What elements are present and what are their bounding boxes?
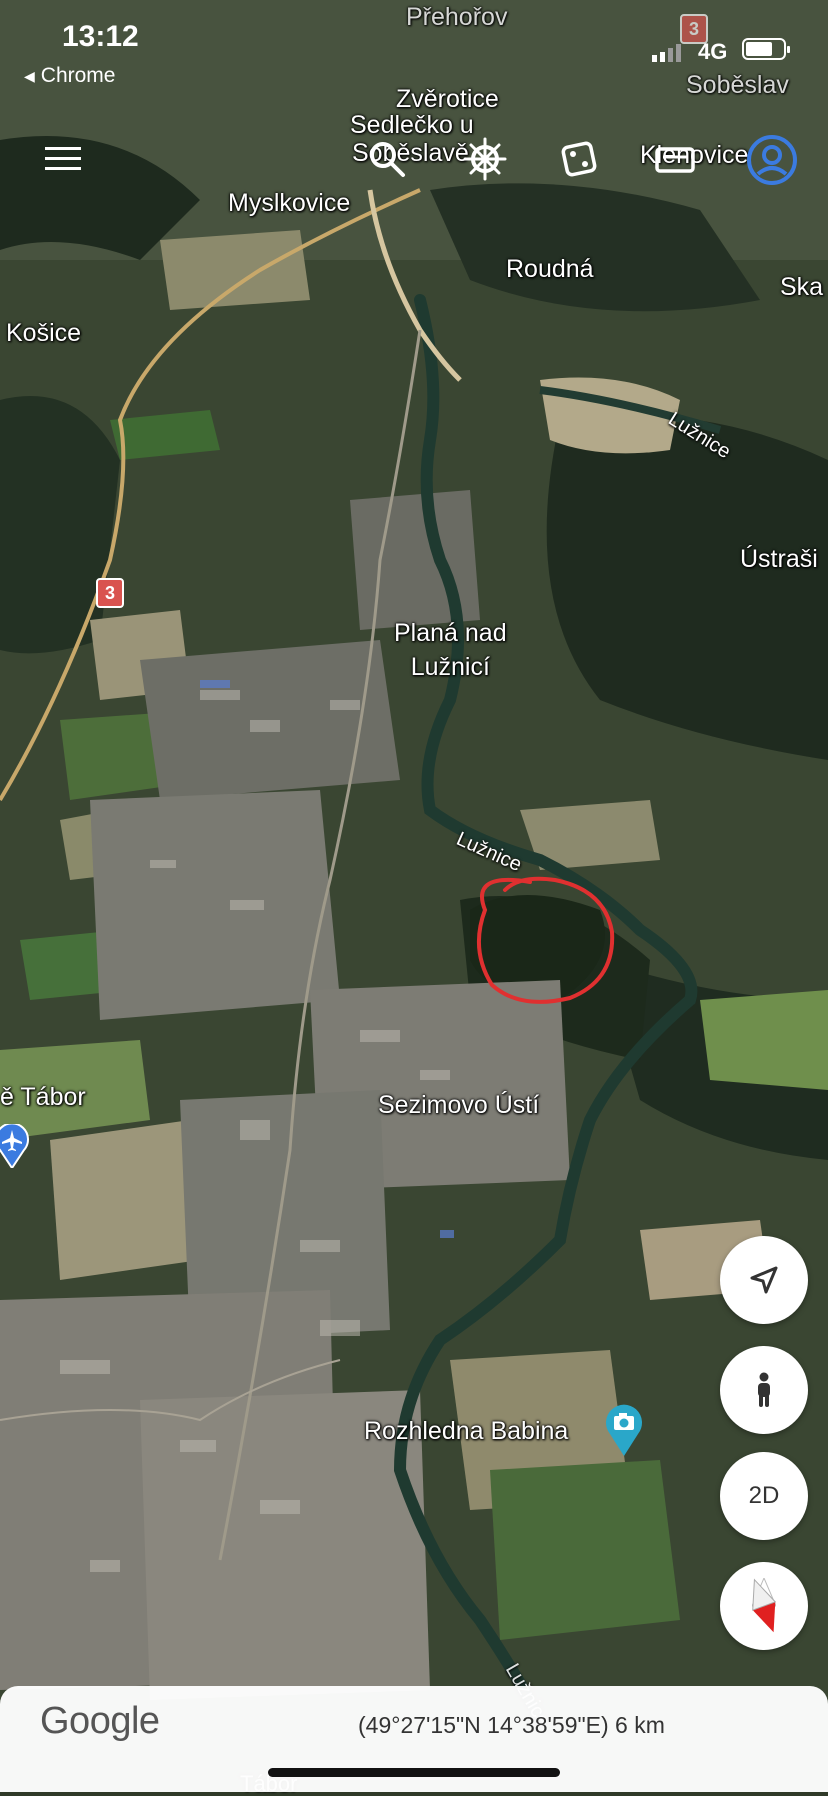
status-time: 13:12: [62, 20, 139, 53]
search-button[interactable]: [364, 136, 410, 182]
account-icon: [747, 135, 797, 185]
back-triangle-icon: ◀: [24, 67, 35, 84]
account-button[interactable]: [746, 134, 798, 186]
projects-icon: [655, 147, 695, 173]
dice-icon: [561, 141, 597, 177]
coordinates-readout: (49°27'15"N 14°38'59"E) 6 km: [358, 1712, 665, 1738]
voyager-button[interactable]: [462, 136, 508, 182]
signal-icon: [652, 44, 682, 62]
satellite-map[interactable]: [0, 0, 828, 1792]
search-icon: [370, 142, 405, 177]
place-label-prehorov[interactable]: Přehořov: [406, 3, 507, 32]
compass-button[interactable]: [720, 1562, 808, 1650]
toggle-2d-button[interactable]: 2D: [720, 1452, 808, 1540]
place-label-plana-line1: Planá nad: [394, 619, 507, 647]
road-shield-3-top: 3: [680, 14, 708, 44]
google-logo: Google: [40, 1700, 160, 1742]
place-label-plana-line2: Lužnicí: [410, 652, 490, 681]
place-label-sobeslav[interactable]: Soběslav: [686, 71, 789, 100]
place-label-ustrasi[interactable]: Ústraši: [740, 545, 818, 574]
home-indicator: [268, 1768, 560, 1777]
menu-button[interactable]: [40, 136, 86, 182]
airport-icon[interactable]: [0, 1122, 30, 1170]
bottom-info-bar: Google (49°27'15"N 14°38'59"E) 6 km: [0, 1686, 828, 1792]
place-label-plana[interactable]: Planá nad Lužnicí: [394, 619, 507, 681]
feeling-lucky-button[interactable]: [556, 136, 602, 182]
place-label-kosice[interactable]: Košice: [6, 319, 81, 348]
back-to-app-link[interactable]: ◀ Chrome: [24, 64, 115, 88]
place-label-roudna[interactable]: Roudná: [506, 255, 594, 284]
projects-button[interactable]: [652, 136, 698, 182]
back-app-label: Chrome: [40, 64, 116, 87]
compass-icon: [752, 1578, 776, 1633]
place-label-zverotice[interactable]: Zvěrotice: [396, 85, 499, 114]
street-view-button[interactable]: [720, 1346, 808, 1434]
place-label-ska[interactable]: Ska: [780, 273, 823, 302]
place-label-myslkovice[interactable]: Myslkovice: [228, 189, 350, 218]
hamburger-icon: [45, 147, 81, 170]
my-location-button[interactable]: [720, 1236, 808, 1324]
road-shield-3: 3: [96, 578, 124, 608]
ship-wheel-icon: [463, 137, 507, 181]
pegman-icon: [758, 1372, 770, 1407]
battery-icon: [742, 38, 790, 60]
poi-label-rozhledna-babina[interactable]: Rozhledna Babina: [364, 1417, 568, 1446]
photo-pin-icon[interactable]: [604, 1404, 644, 1456]
place-label-tabor[interactable]: ě Tábor: [0, 1083, 86, 1112]
place-label-sezimovo-usti[interactable]: Sezimovo Ústí: [378, 1091, 539, 1120]
location-arrow-icon: [750, 1266, 778, 1294]
